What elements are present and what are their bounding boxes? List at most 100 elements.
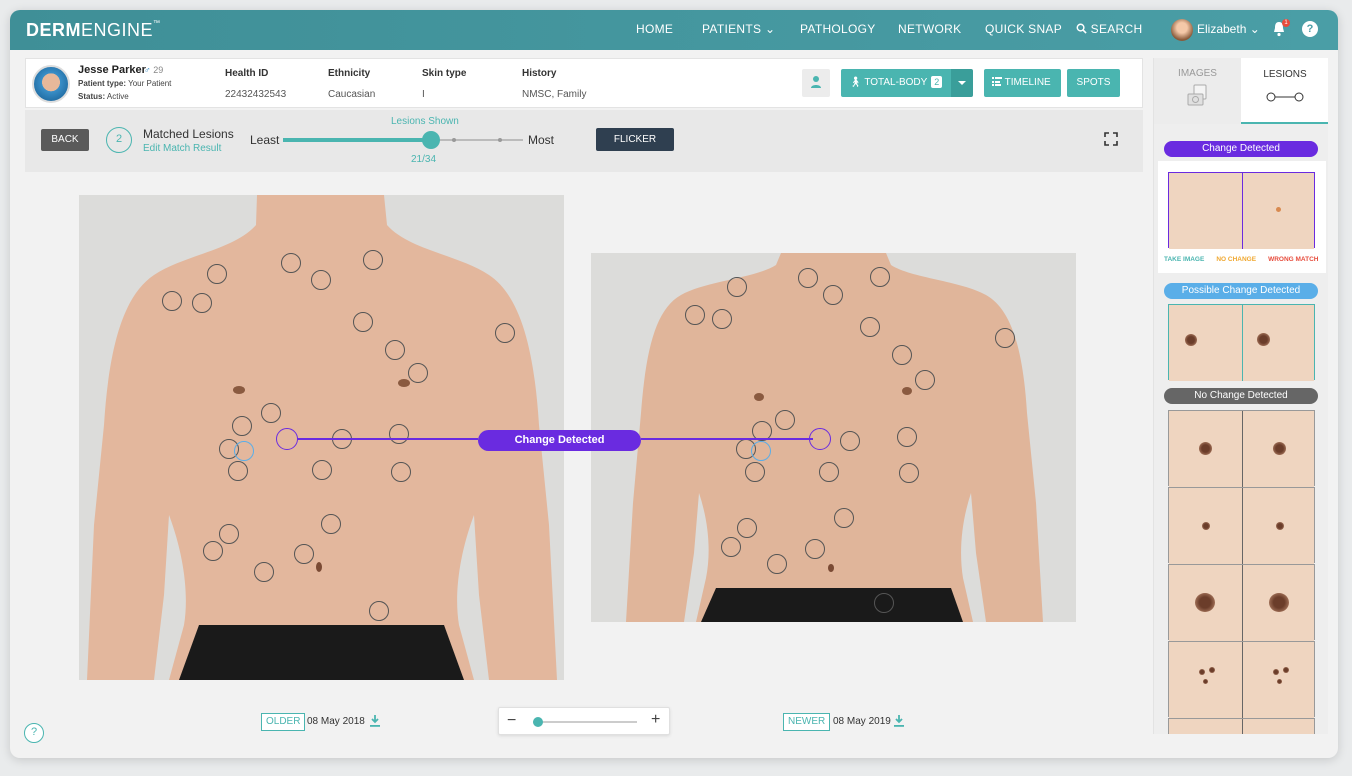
- lesion-marker[interactable]: [685, 305, 705, 325]
- person-icon: [811, 76, 821, 88]
- matched-lesions-bar: BACK 2 Matched Lesions Edit Match Result…: [25, 110, 1143, 172]
- logo[interactable]: DERMENGINE™: [26, 20, 161, 41]
- lesion-marker[interactable]: [823, 285, 843, 305]
- lesion-marker[interactable]: [408, 363, 428, 383]
- lesion-marker[interactable]: [745, 462, 765, 482]
- lesion-marker[interactable]: [261, 403, 281, 423]
- lesion-marker[interactable]: [897, 427, 917, 447]
- nav-network[interactable]: NETWORK: [898, 22, 961, 36]
- lesion-marker[interactable]: [228, 461, 248, 481]
- lesion-marker[interactable]: [892, 345, 912, 365]
- patient-name: Jesse Parker: [78, 64, 146, 76]
- lesion-thumbnail-pair[interactable]: [1168, 304, 1315, 381]
- lesion-marker[interactable]: [294, 544, 314, 564]
- lesion-marker[interactable]: [834, 508, 854, 528]
- lesion-thumbnail-pair[interactable]: [1168, 410, 1315, 487]
- nav-patients[interactable]: PATIENTS ⌄: [702, 22, 775, 36]
- fullscreen-icon[interactable]: [1104, 132, 1118, 146]
- lesion-marker[interactable]: [899, 463, 919, 483]
- lesion-marker[interactable]: [712, 309, 732, 329]
- take-image-action[interactable]: TAKE IMAGE: [1164, 256, 1204, 263]
- nav-pathology[interactable]: PATHOLOGY: [800, 22, 876, 36]
- patient-header: Jesse Parker ♂ 29 Patient type: Your Pat…: [25, 58, 1143, 108]
- change-detected-marker[interactable]: [276, 428, 298, 450]
- lesions-slider-handle[interactable]: [422, 131, 441, 149]
- lesions-shown-label: Lesions Shown: [391, 116, 459, 127]
- newer-thumbnail: [1241, 173, 1314, 249]
- user-avatar[interactable]: [1171, 19, 1193, 41]
- lesion-marker[interactable]: [805, 539, 825, 559]
- lesion-marker[interactable]: [727, 277, 747, 297]
- help-icon[interactable]: ?: [1302, 21, 1318, 37]
- edit-match-link[interactable]: Edit Match Result: [143, 143, 221, 154]
- timeline-button[interactable]: TIMELINE: [984, 69, 1061, 97]
- spots-button[interactable]: SPOTS: [1067, 69, 1120, 97]
- download-icon[interactable]: [893, 714, 905, 727]
- help-button[interactable]: ?: [24, 723, 44, 743]
- download-icon[interactable]: [369, 714, 381, 727]
- change-detected-label[interactable]: Change Detected: [478, 430, 641, 451]
- lesion-thumbnail-pair[interactable]: [1168, 641, 1315, 718]
- user-menu[interactable]: Elizabeth ⌄: [1197, 22, 1260, 36]
- possible-change-marker[interactable]: [234, 441, 254, 461]
- lesion-thumbnail-pair[interactable]: [1168, 487, 1315, 564]
- lesion-thumbnail-pair[interactable]: [1168, 172, 1315, 249]
- nav-quick-snap[interactable]: QUICK SNAP: [985, 22, 1062, 36]
- profile-button[interactable]: [802, 69, 830, 97]
- lesion-marker[interactable]: [219, 524, 239, 544]
- lesion-marker[interactable]: [385, 340, 405, 360]
- lesion-marker[interactable]: [281, 253, 301, 273]
- lesion-marker[interactable]: [353, 312, 373, 332]
- zoom-slider-track[interactable]: [533, 721, 637, 723]
- lesion-marker[interactable]: [798, 268, 818, 288]
- lesion-marker[interactable]: [363, 250, 383, 270]
- lesion-marker[interactable]: [391, 462, 411, 482]
- flicker-button[interactable]: FLICKER: [596, 128, 674, 151]
- tab-lesions[interactable]: LESIONS: [1241, 58, 1328, 124]
- lesion-marker[interactable]: [995, 328, 1015, 348]
- total-body-button[interactable]: 🚶︎ TOTAL-BODY 2: [841, 69, 951, 97]
- body-icon: 🚶︎: [849, 77, 862, 88]
- lesion-marker[interactable]: [767, 554, 787, 574]
- change-detected-card[interactable]: TAKE IMAGE NO CHANGE WRONG MATCH: [1158, 161, 1326, 273]
- lesion-marker[interactable]: [207, 264, 227, 284]
- lesion-marker[interactable]: [192, 293, 212, 313]
- zoom-in-button[interactable]: +: [651, 711, 660, 729]
- lesions-slider-fill: [283, 138, 432, 142]
- nav-home[interactable]: HOME: [636, 22, 673, 36]
- newer-date: 08 May 2019: [833, 716, 891, 727]
- lesion-marker[interactable]: [369, 601, 389, 621]
- lesion-marker[interactable]: [915, 370, 935, 390]
- lesion-marker[interactable]: [721, 537, 741, 557]
- lesion-thumbnail-pair[interactable]: [1168, 718, 1315, 734]
- lesion-marker[interactable]: [232, 416, 252, 436]
- lesion-marker[interactable]: [840, 431, 860, 451]
- lesion-marker[interactable]: [819, 462, 839, 482]
- health-id-header: Health ID: [225, 68, 269, 79]
- lesion-marker[interactable]: [775, 410, 795, 430]
- total-body-dropdown[interactable]: [951, 69, 973, 97]
- change-detected-marker[interactable]: [809, 428, 831, 450]
- back-button[interactable]: BACK: [41, 129, 89, 151]
- zoom-control: − +: [498, 707, 670, 735]
- zoom-out-button[interactable]: −: [507, 712, 516, 730]
- no-change-action[interactable]: NO CHANGE: [1216, 256, 1256, 263]
- lesion-marker[interactable]: [495, 323, 515, 343]
- lesion-marker[interactable]: [737, 518, 757, 538]
- lesion-marker[interactable]: [389, 424, 409, 444]
- lesion-marker[interactable]: [254, 562, 274, 582]
- lesion-marker[interactable]: [874, 593, 894, 613]
- lesion-marker[interactable]: [311, 270, 331, 290]
- nav-search[interactable]: SEARCH: [1076, 22, 1142, 36]
- possible-change-marker[interactable]: [751, 441, 771, 461]
- lesion-marker[interactable]: [321, 514, 341, 534]
- lesion-marker[interactable]: [860, 317, 880, 337]
- zoom-slider-handle[interactable]: [533, 717, 544, 727]
- lesion-thumbnail-pair[interactable]: [1168, 564, 1315, 641]
- lesion-marker[interactable]: [312, 460, 332, 480]
- lesion-marker[interactable]: [870, 267, 890, 287]
- lesion-marker[interactable]: [162, 291, 182, 311]
- lesion-marker[interactable]: [203, 541, 223, 561]
- wrong-match-action[interactable]: WRONG MATCH: [1268, 256, 1318, 263]
- tab-images[interactable]: IMAGES: [1154, 58, 1241, 124]
